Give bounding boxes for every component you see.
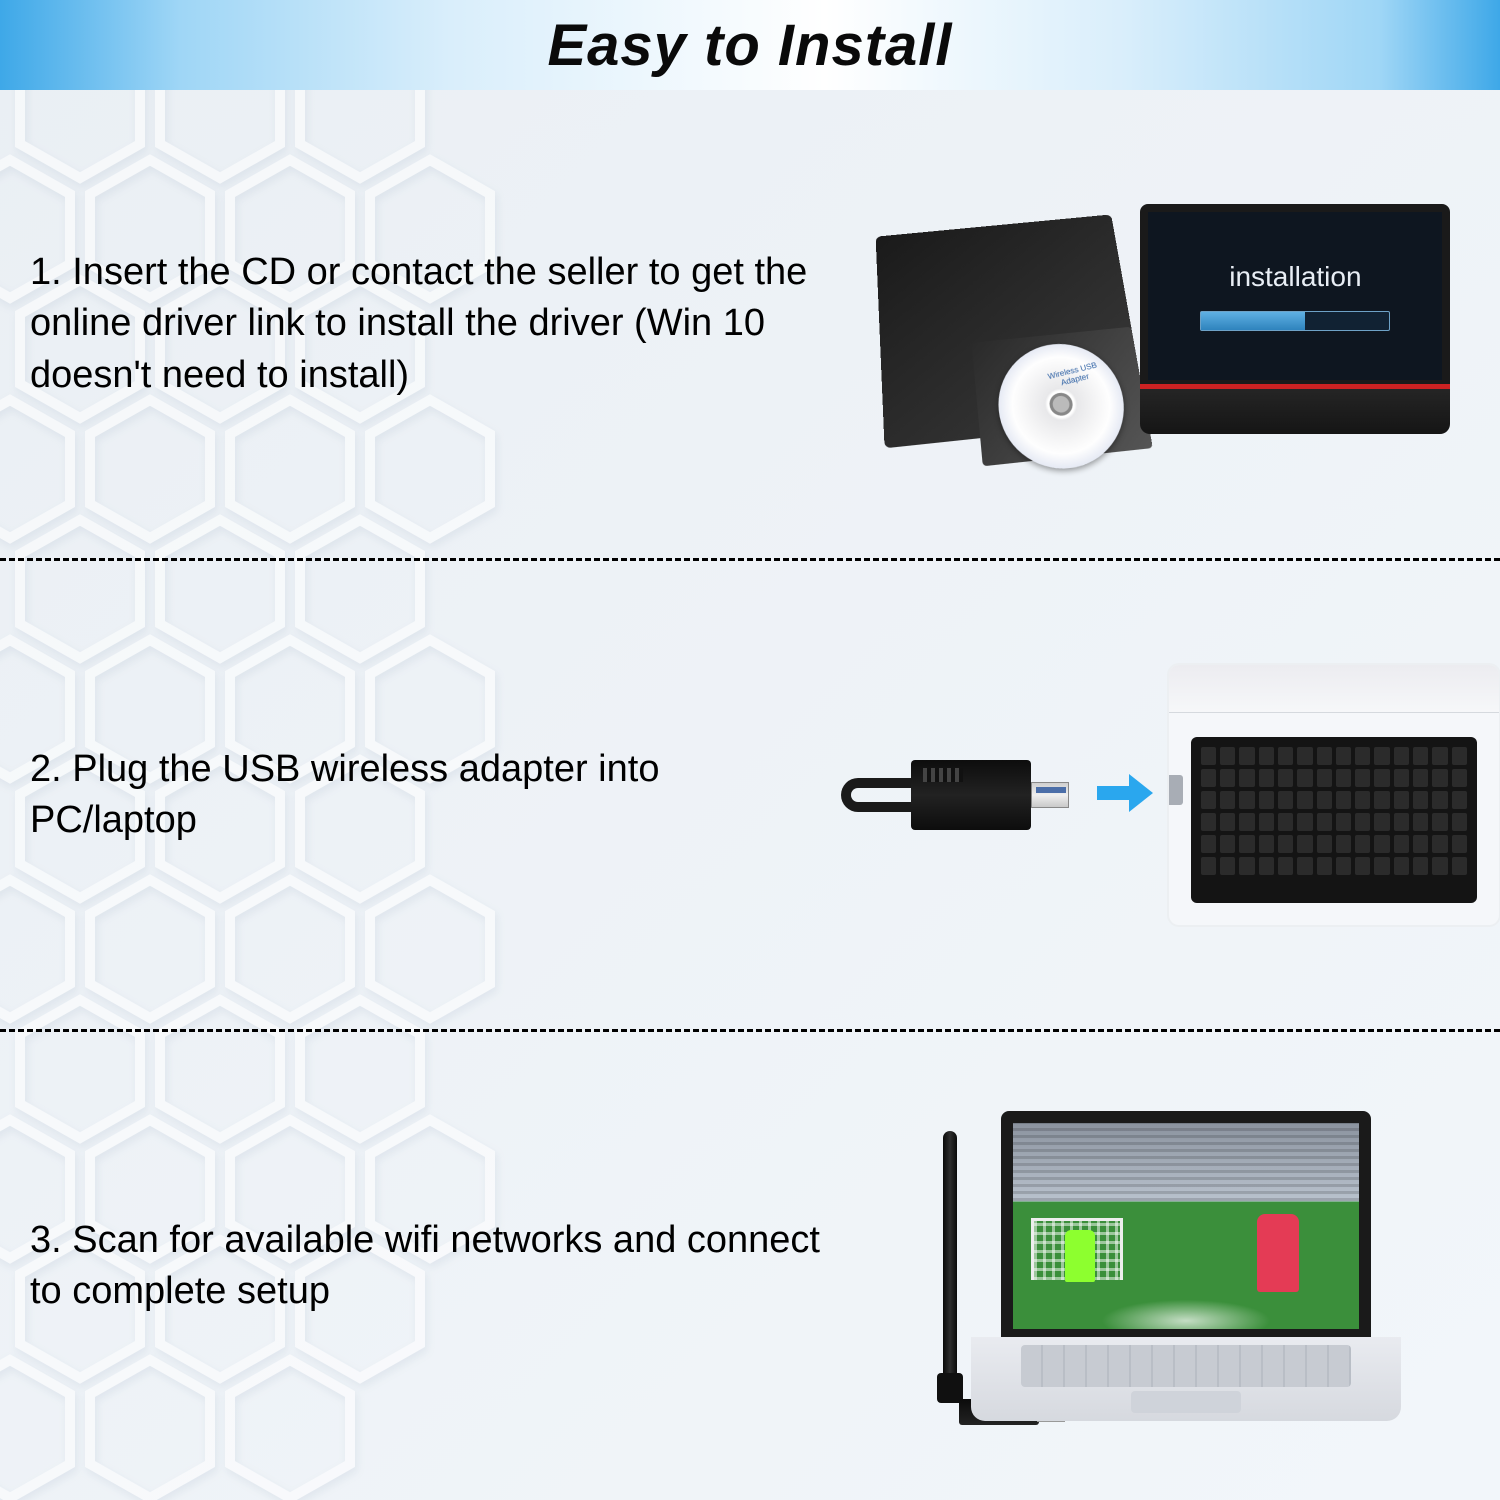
arrow-right-icon xyxy=(1095,768,1155,823)
step-2: 2. Plug the USB wireless adapter into PC… xyxy=(0,561,1500,1032)
step-2-text: 2. Plug the USB wireless adapter into PC… xyxy=(30,744,831,847)
page-title: Easy to Install xyxy=(547,12,952,79)
cd-label: Wireless USB Adapter xyxy=(1040,359,1108,392)
installation-label: installation xyxy=(1229,261,1361,293)
step-3: 3. Scan for available wifi networks and … xyxy=(0,1032,1500,1500)
step-1-illustration: Wireless USB Adapter installation xyxy=(871,204,1460,444)
step-3-illustration xyxy=(871,1111,1460,1421)
step-2-illustration xyxy=(871,665,1499,925)
step-1-text: 1. Insert the CD or contact the seller t… xyxy=(30,247,831,401)
header-banner: Easy to Install xyxy=(0,0,1500,90)
progress-bar-icon xyxy=(1200,311,1390,331)
step-1: 1. Insert the CD or contact the seller t… xyxy=(0,90,1500,561)
cd-drive-icon: Wireless USB Adapter xyxy=(876,214,1148,448)
wifi-antenna-icon xyxy=(929,1121,967,1421)
laptop-keyboard-icon xyxy=(1169,665,1499,925)
steps-container: 1. Insert the CD or contact the seller t… xyxy=(0,90,1500,1500)
step-3-text: 3. Scan for available wifi networks and … xyxy=(30,1215,831,1318)
usb-wifi-adapter-icon xyxy=(871,760,1081,830)
laptop-streaming-icon xyxy=(971,1111,1401,1421)
laptop-installation-icon: installation xyxy=(1140,204,1450,444)
